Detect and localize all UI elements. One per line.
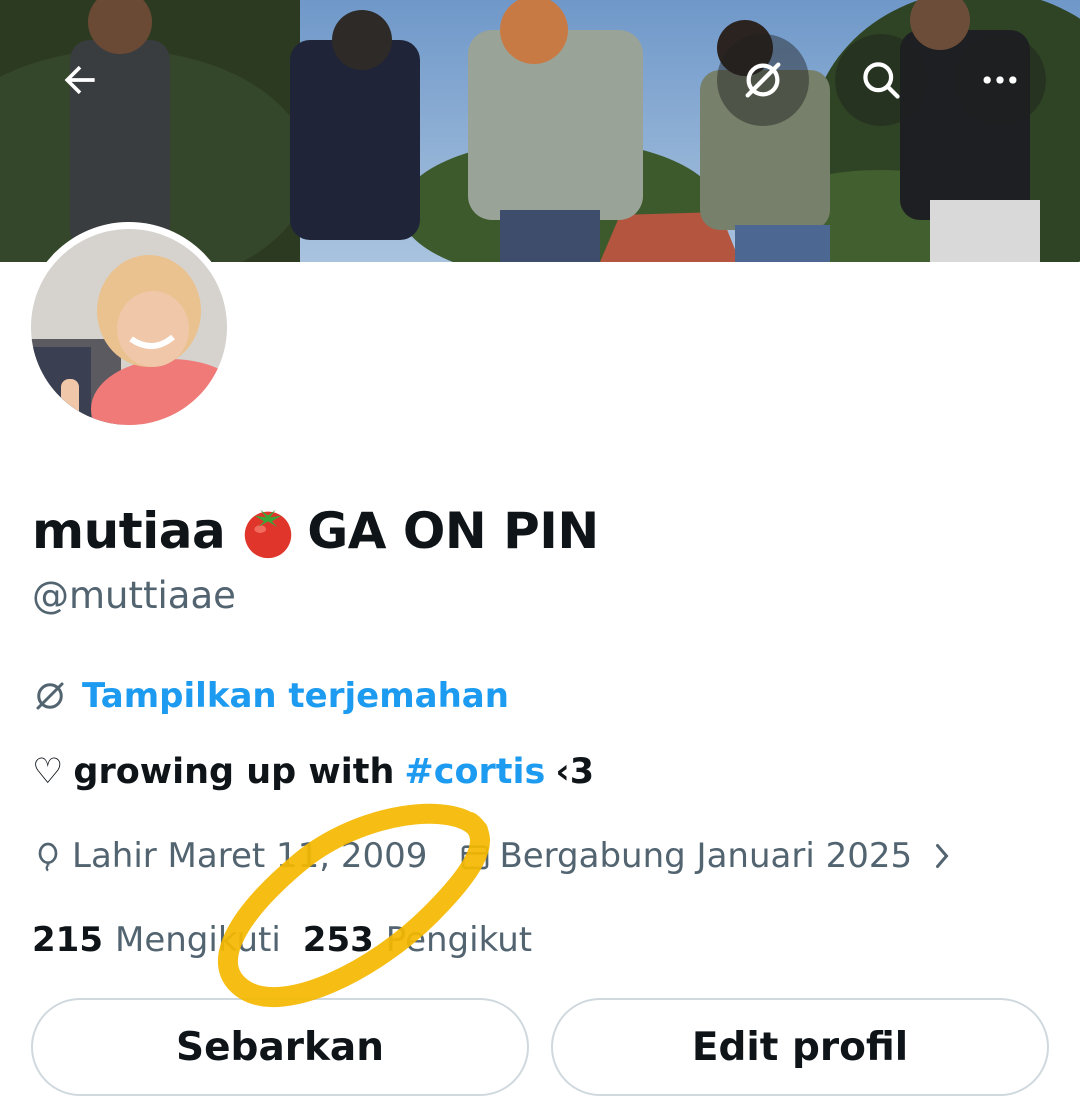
followers-count: 253 [302, 920, 374, 960]
translate-icon [36, 682, 64, 710]
hashtag-link[interactable]: #cortis [404, 752, 545, 792]
more-button[interactable] [954, 34, 1046, 126]
display-name-suffix: GA ON PIN [307, 502, 599, 560]
avatar-photo [31, 229, 227, 425]
arrow-left-icon [64, 65, 95, 95]
following-count: 215 [32, 920, 103, 960]
profile-banner[interactable] [0, 0, 1080, 262]
edit-profile-button[interactable]: Edit profil [551, 998, 1049, 1096]
follow-stats: 215 Mengikuti 253 Pengikut [32, 920, 554, 960]
search-button[interactable] [835, 34, 927, 126]
birthdate: Lahir Maret 11, 2009 [32, 836, 427, 876]
heart-icon: ♡ [32, 752, 64, 792]
following-label: Mengikuti [114, 920, 281, 960]
calendar-icon [462, 845, 489, 870]
following-link[interactable]: 215 Mengikuti [32, 920, 303, 960]
join-date-text: Bergabung Januari 2025 [499, 836, 913, 876]
username-handle: @muttiaae [32, 574, 236, 617]
translate-button[interactable] [717, 34, 809, 126]
search-icon [863, 62, 900, 99]
display-name: mutiaa GA ON PIN [32, 500, 599, 562]
profile-meta: Lahir Maret 11, 2009 Bergabung Januari 2… [32, 836, 962, 876]
bio-text: growing up with [73, 752, 395, 792]
avatar[interactable] [24, 222, 234, 432]
tomato-icon [244, 509, 292, 559]
chevron-right-icon [936, 844, 949, 868]
show-translation-label: Tampilkan terjemahan [82, 676, 509, 716]
banner-photo [0, 0, 1080, 262]
share-button[interactable]: Sebarkan [31, 998, 529, 1096]
followers-label: Pengikut [385, 920, 533, 960]
bio-text-end: ‹3 [555, 752, 595, 792]
more-horizontal-icon [983, 76, 1017, 84]
balloon-icon [38, 842, 58, 872]
translate-icon [745, 62, 781, 98]
birthdate-text: Lahir Maret 11, 2009 [72, 836, 428, 876]
followers-link[interactable]: 253 Pengikut [303, 920, 554, 960]
bio: ♡ growing up with #cortis ‹3 [32, 752, 594, 792]
show-translation-link[interactable]: Tampilkan terjemahan [32, 676, 509, 716]
back-button[interactable] [34, 34, 126, 126]
display-name-text: mutiaa [32, 502, 226, 560]
join-date[interactable]: Bergabung Januari 2025 [459, 836, 962, 876]
